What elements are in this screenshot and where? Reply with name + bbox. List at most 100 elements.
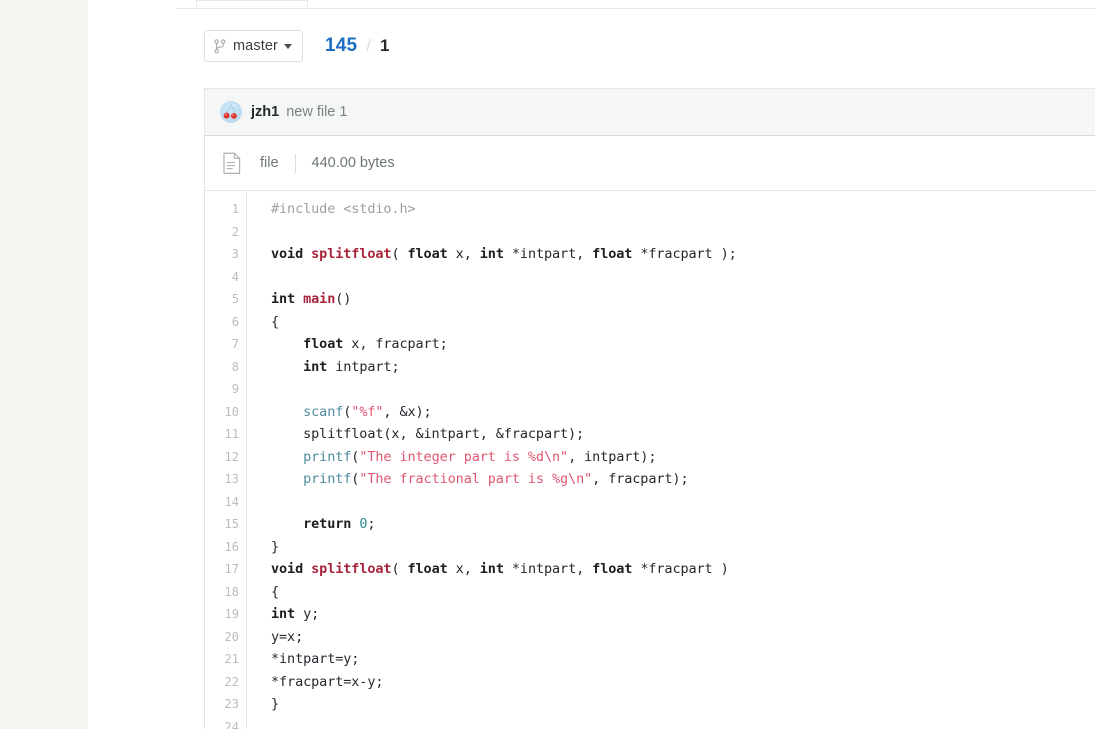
code-token: splitfloat: [311, 246, 392, 262]
code-text: printf("The fractional part is %g\n", fr…: [239, 468, 1095, 491]
code-line: 10 scanf("%f", &x);: [205, 401, 1095, 424]
code-token: "The fractional part is %g\n": [359, 471, 593, 487]
code-viewer[interactable]: 1 #include <stdio.h> 2 3 void splitfloat( fl…: [205, 191, 1095, 729]
chevron-down-icon: [283, 43, 292, 49]
code-token: main: [303, 291, 336, 307]
line-number: 10: [224, 404, 239, 419]
file-meta-row: file 440.00 bytes: [205, 136, 1095, 191]
code-token: float: [407, 561, 448, 577]
line-number: 19: [224, 607, 239, 621]
code-token: intpart;: [327, 358, 400, 375]
code-text: y=x;: [239, 626, 1095, 649]
line-number: 6: [231, 314, 239, 329]
line-number: 9: [231, 382, 239, 396]
branch-count[interactable]: 1: [380, 36, 389, 56]
line-number: 12: [224, 449, 239, 464]
line-number: 24: [224, 719, 239, 729]
code-line: 13 printf("The fractional part is %g\n",…: [205, 468, 1095, 491]
code-line: 9: [205, 378, 1095, 401]
line-number: 3: [231, 247, 239, 261]
line-number: 4: [231, 269, 239, 284]
code-line: 2: [205, 221, 1095, 244]
branch-selector[interactable]: master: [204, 30, 303, 62]
code-token: splitfloat(x, &intpart, &fracpart);: [271, 426, 585, 442]
code-line: 16}: [205, 536, 1095, 559]
code-token: x,: [447, 561, 480, 577]
code-line: 7 float x, fracpart;: [205, 333, 1095, 356]
cherries-avatar-icon[interactable]: [220, 101, 242, 123]
count-separator: /: [366, 36, 371, 55]
file-icon: [222, 152, 242, 175]
line-number: 2: [231, 224, 239, 239]
code-token: int: [271, 606, 296, 622]
code-text: }: [239, 536, 1095, 559]
code-line: 4: [205, 266, 1095, 289]
code-lines: 1 #include <stdio.h> 2 3 void splitfloat( fl…: [205, 198, 1095, 729]
code-text: }: [239, 693, 1095, 716]
code-line: 22 *fracpart=x-y;: [205, 671, 1095, 694]
code-line: 11 splitfloat(x, &intpart, &fracpart);: [205, 423, 1095, 446]
code-line: 23}: [205, 693, 1095, 716]
line-number: 8: [231, 359, 239, 374]
code-token: , intpart);: [568, 448, 657, 465]
meta-divider: [294, 153, 296, 173]
code-line: 3 void splitfloat( float x, int *intpart,…: [205, 243, 1095, 266]
code-text: splitfloat(x, &intpart, &fracpart);: [239, 423, 1095, 446]
code-line: 24: [205, 716, 1095, 729]
code-line: 19 int y;: [205, 603, 1095, 626]
code-token: float: [592, 246, 633, 262]
code-text: #include <stdio.h>: [239, 198, 1095, 221]
file-size: 440.00 bytes: [311, 155, 395, 171]
code-token: void: [271, 561, 304, 577]
code-text: int intpart;: [239, 356, 1095, 379]
code-token: "The integer part is %d\n": [359, 448, 569, 465]
line-number: 11: [224, 427, 239, 441]
code-token: *fracpart ): [632, 561, 729, 577]
code-line: 1 #include <stdio.h>: [205, 198, 1095, 221]
code-token: printf: [303, 448, 352, 465]
code-line: 5 int main(): [205, 288, 1095, 311]
line-number: 18: [224, 584, 239, 599]
line-number: 7: [231, 337, 239, 351]
code-token: int: [303, 358, 328, 375]
code-token: x, fracpart;: [343, 336, 448, 352]
code-token: (: [391, 246, 408, 262]
code-token: float: [303, 336, 344, 352]
code-token: }: [271, 696, 280, 712]
content-canvas: master 145 / 1 jzh1 new file 1 file 440.…: [88, 0, 1095, 729]
code-line: 12 printf("The integer part is %d\n", in…: [205, 446, 1095, 469]
code-token: y;: [295, 606, 320, 622]
code-token: int: [479, 246, 504, 262]
code-token: {: [271, 583, 280, 600]
commit-message[interactable]: new file 1: [286, 104, 347, 120]
line-number: 16: [224, 539, 239, 554]
code-token: , fracpart);: [592, 471, 689, 487]
code-token: int: [271, 291, 296, 307]
line-number: 1: [231, 202, 239, 216]
branch-icon: [214, 38, 226, 54]
code-token: (: [391, 561, 408, 577]
code-text: return 0;: [239, 513, 1095, 536]
code-token: x,: [447, 246, 480, 262]
commit-count[interactable]: 145: [325, 35, 357, 57]
code-text: {: [239, 581, 1095, 604]
code-token: *intpart,: [503, 246, 593, 262]
code-text: {: [239, 311, 1095, 334]
commit-author[interactable]: jzh1: [251, 104, 279, 120]
code-text: *fracpart=x-y;: [239, 671, 1095, 694]
file-name[interactable]: file: [260, 155, 279, 171]
code-text: float x, fracpart;: [239, 333, 1095, 356]
code-token: scanf: [303, 403, 344, 420]
code-text: void splitfloat( float x, int *intpart, …: [239, 558, 1095, 581]
code-token: float: [592, 561, 633, 577]
code-line: 20 y=x;: [205, 626, 1095, 649]
code-line: 21 *intpart=y;: [205, 648, 1095, 671]
code-line: 6{: [205, 311, 1095, 334]
code-text: int main(): [239, 288, 1095, 311]
